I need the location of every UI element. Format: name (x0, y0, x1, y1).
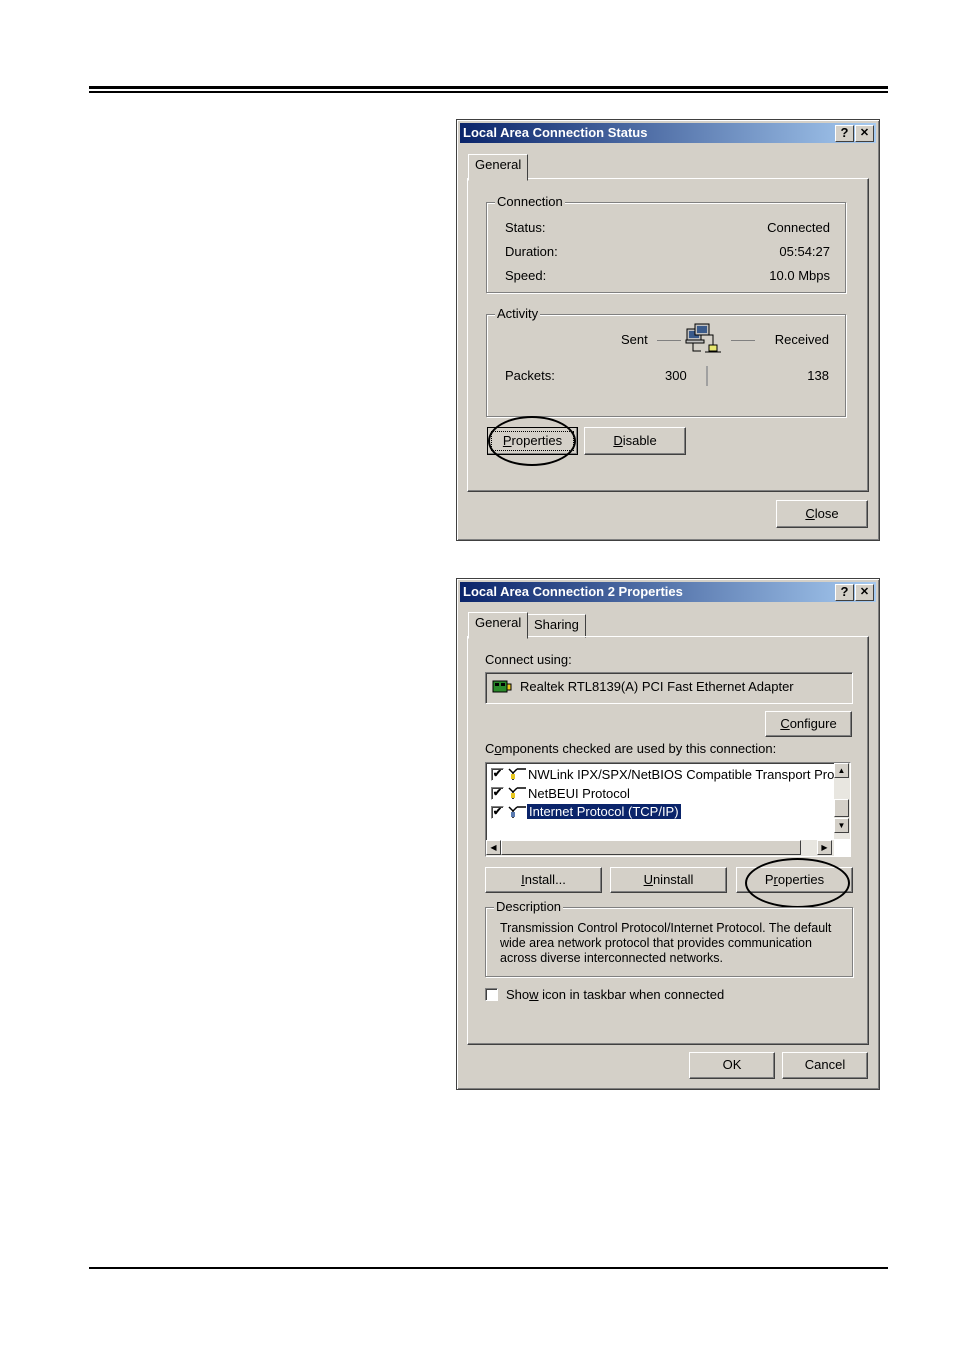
scroll-thumb[interactable] (834, 799, 849, 817)
properties-dialog-titlebar[interactable]: Local Area Connection 2 Properties ? ✕ (460, 582, 876, 602)
duration-value: 05:54:27 (779, 244, 830, 259)
scroll-thumb-horizontal[interactable] (501, 840, 801, 855)
status-dialog: Local Area Connection Status ? ✕ General… (456, 119, 880, 541)
general-tab-panel: Connect using: Realtek RTL8139(A) PCI Fa… (467, 636, 869, 1045)
connect-using-label: Connect using: (485, 652, 572, 667)
properties-dialog-title: Local Area Connection 2 Properties (463, 584, 683, 599)
activity-group-label: Activity (495, 306, 541, 321)
horizontal-scrollbar[interactable]: ◀ ▶ (486, 840, 834, 856)
header-rule-top (89, 86, 888, 89)
duration-label: Duration: (505, 244, 558, 259)
scroll-left-button[interactable]: ◀ (486, 840, 501, 855)
tab-sharing[interactable]: Sharing (527, 614, 586, 638)
list-item[interactable]: ✔ NetBEUI Protocol (486, 785, 831, 803)
adapter-name: Realtek RTL8139(A) PCI Fast Ethernet Ada… (520, 679, 794, 694)
show-icon-label: Show icon in taskbar when connected (506, 987, 725, 1002)
show-icon-checkbox[interactable] (485, 988, 498, 1001)
install-button[interactable]: Install... (485, 867, 602, 893)
status-dialog-title: Local Area Connection Status (463, 125, 648, 140)
uninstall-button[interactable]: Uninstall (610, 867, 727, 893)
packets-label: Packets: (505, 368, 555, 383)
configure-button[interactable]: Configure (765, 711, 852, 737)
disable-button[interactable]: Disable (584, 427, 686, 455)
properties-dialog: Local Area Connection 2 Properties ? ✕ G… (456, 578, 880, 1090)
properties-highlight-circle (488, 416, 576, 466)
component-label: NetBEUI Protocol (528, 786, 630, 801)
description-line-3: across diverse interconnected networks. (500, 951, 724, 965)
sent-line (657, 340, 681, 341)
network-card-icon (492, 680, 512, 693)
description-group-label: Description (494, 899, 564, 914)
description-line-1: Transmission Control Protocol/Internet P… (500, 921, 832, 935)
packets-received-value: 138 (807, 368, 829, 383)
description-line-2: wide area network protocol that provides… (500, 936, 812, 950)
close-button[interactable]: Close (776, 500, 868, 528)
speed-label: Speed: (505, 268, 547, 283)
network-computers-icon (685, 323, 721, 353)
close-x-button[interactable]: ✕ (855, 125, 874, 142)
adapter-field: Realtek RTL8139(A) PCI Fast Ethernet Ada… (485, 672, 853, 704)
close-x-button[interactable]: ✕ (855, 584, 874, 601)
component-checkbox[interactable]: ✔ (491, 787, 504, 800)
protocol-icon (508, 768, 526, 780)
tab-general[interactable]: General (468, 612, 529, 639)
speed-value: 10.0 Mbps (769, 268, 830, 283)
help-button[interactable]: ? (835, 125, 854, 142)
help-button[interactable]: ? (835, 584, 854, 601)
packets-divider (706, 366, 708, 386)
status-dialog-titlebar[interactable]: Local Area Connection Status ? ✕ (460, 123, 876, 143)
components-list[interactable]: ✔ NWLink IPX/SPX/NetBIOS Compatible Tran… (485, 762, 851, 857)
components-label: Components checked are used by this conn… (485, 741, 777, 756)
scroll-right-button[interactable]: ▶ (817, 840, 832, 855)
component-label: NWLink IPX/SPX/NetBIOS Compatible Transp… (528, 767, 846, 782)
received-line (731, 340, 755, 341)
cancel-button[interactable]: Cancel (782, 1052, 868, 1079)
list-item[interactable]: ✔ NWLink IPX/SPX/NetBIOS Compatible Tran… (486, 766, 845, 784)
protocol-icon (508, 787, 526, 799)
component-label: Internet Protocol (TCP/IP) (526, 803, 682, 820)
general-tab-panel: Connection Status: Connected Duration: 0… (467, 178, 869, 492)
protocol-icon (508, 806, 526, 818)
description-group: Description Transmission Control Protoco… (485, 899, 853, 977)
tab-general[interactable]: General (468, 154, 529, 181)
vertical-scrollbar[interactable]: ▲ ▼ (834, 763, 850, 839)
activity-group: Activity Sent Received Packets: 300 138 (486, 306, 846, 417)
ok-button[interactable]: OK (689, 1052, 775, 1079)
received-label: Received (774, 332, 829, 347)
connection-group-label: Connection (495, 194, 565, 209)
status-label: Status: (505, 220, 546, 235)
packets-sent-value: 300 (665, 368, 687, 383)
status-value: Connected (767, 220, 830, 235)
component-checkbox[interactable]: ✔ (491, 768, 504, 781)
connection-group: Connection Status: Connected Duration: 0… (486, 194, 846, 293)
sent-label: Sent (621, 332, 648, 347)
scroll-down-button[interactable]: ▼ (834, 818, 849, 833)
scroll-up-button[interactable]: ▲ (834, 763, 849, 778)
properties-highlight-circle (745, 858, 850, 908)
show-icon-option[interactable]: Show icon in taskbar when connected (485, 987, 745, 1003)
list-item-selected[interactable]: ✔ Internet Protocol (TCP/IP) (486, 803, 831, 822)
component-checkbox[interactable]: ✔ (491, 806, 504, 819)
footer-rule (89, 1267, 888, 1269)
header-rule-bottom (89, 91, 888, 93)
